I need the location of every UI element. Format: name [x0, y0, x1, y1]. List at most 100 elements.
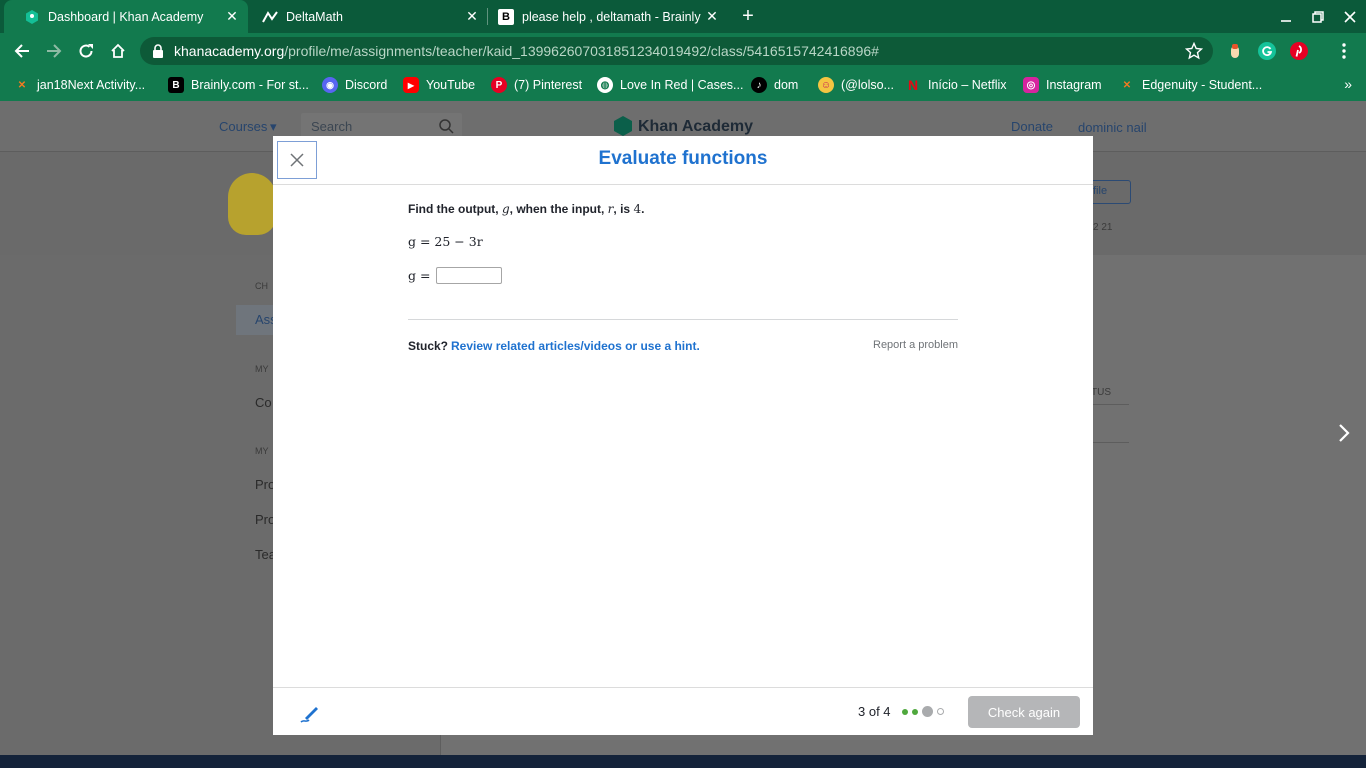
tab-deltamath[interactable]: DeltaMath ✕: [242, 0, 488, 33]
function-equation: g = 25 − 3r: [408, 234, 483, 249]
sidebar-item: Co: [255, 395, 272, 410]
tab-title: DeltaMath: [286, 9, 343, 24]
url-path: /profile/me/assignments/teacher/kaid_139…: [284, 43, 879, 59]
browser-toolbar: khanacademy.org/profile/me/assignments/t…: [0, 33, 1366, 69]
bookmarks-bar: ✕ jan18Next Activity... B Brainly.com - Fo…: [0, 69, 1366, 101]
progress-dot-complete: [912, 708, 918, 715]
modal-footer: 3 of 4 Check again: [273, 687, 1093, 735]
khan-academy-favicon-icon: [24, 9, 40, 25]
bookmark-item[interactable]: ◉ Discord: [322, 76, 387, 94]
lock-icon: [152, 44, 166, 58]
bookmark-item[interactable]: ☺ (@lolso...: [818, 76, 894, 94]
bookmark-item[interactable]: ◍ Love In Red | Cases...: [597, 76, 743, 94]
bookmark-item[interactable]: N Início – Netflix: [905, 76, 1007, 94]
chevron-right-icon[interactable]: [1338, 423, 1354, 447]
tab-title: Dashboard | Khan Academy: [48, 9, 204, 24]
bookmark-item[interactable]: ✕ Edgenuity - Student...: [1119, 76, 1262, 94]
pinterest-icon: P: [491, 77, 507, 93]
bookmark-label: jan18Next Activity...: [37, 78, 146, 92]
forward-arrow-icon[interactable]: [41, 38, 67, 64]
bookmark-item[interactable]: P (7) Pinterest: [491, 76, 582, 94]
edgenuity-x-icon: ✕: [1122, 79, 1132, 91]
bookmark-item[interactable]: ▶ YouTube: [403, 76, 475, 94]
math-value: 4: [633, 202, 642, 216]
discord-icon: ◉: [322, 77, 338, 93]
answer-row: g =: [408, 267, 958, 284]
globe-icon: ◍: [597, 77, 613, 93]
close-tab-icon[interactable]: ✕: [704, 8, 720, 25]
ka-search-placeholder: Search: [311, 119, 353, 134]
answer-input[interactable]: [436, 267, 503, 284]
tab-khan-academy[interactable]: Dashboard | Khan Academy ✕: [4, 0, 248, 33]
sidebar-heading: MY: [255, 446, 269, 456]
home-icon[interactable]: [105, 38, 131, 64]
address-bar[interactable]: khanacademy.org/profile/me/assignments/t…: [140, 37, 1213, 65]
bookmarks-overflow-icon[interactable]: »: [1344, 76, 1352, 92]
chevron-down-icon: ▾: [270, 119, 277, 134]
sidebar-heading: CH: [255, 281, 268, 291]
modal-header: Evaluate functions: [273, 136, 1093, 185]
hint-link[interactable]: Review related articles/videos or use a …: [451, 339, 700, 353]
close-window-icon[interactable]: [1334, 0, 1366, 33]
deltamath-favicon-icon: [262, 9, 278, 25]
exercise-modal: Evaluate functions Find the output, g, w…: [273, 136, 1093, 735]
tab-brainly[interactable]: B please help , deltamath - Brainly ✕: [478, 0, 728, 33]
question-part: .: [641, 202, 645, 216]
minimize-icon[interactable]: [1270, 0, 1302, 33]
question-part: , when the input,: [509, 202, 608, 216]
back-arrow-icon[interactable]: [9, 38, 35, 64]
avatar: [228, 173, 276, 235]
new-tab-icon[interactable]: +: [737, 5, 759, 27]
bookmark-item[interactable]: ✕ jan18Next Activity...: [14, 76, 145, 94]
status-column-header: TUS: [1091, 387, 1111, 398]
edit-profile-button: file: [1090, 180, 1131, 204]
report-problem-link[interactable]: Report a problem: [873, 339, 958, 351]
restore-icon[interactable]: [1302, 0, 1334, 33]
question-text: Find the output, g, when the input, r, i…: [408, 202, 958, 216]
progress-text: 3 of 4: [858, 704, 891, 719]
reload-icon[interactable]: [73, 38, 99, 64]
menu-kebab-icon[interactable]: [1331, 38, 1357, 64]
bookmark-item[interactable]: B Brainly.com - For st...: [168, 76, 309, 94]
instagram-icon: ◎: [1023, 77, 1039, 93]
bookmark-item[interactable]: ♪ dom: [751, 76, 798, 94]
pinterest-icon[interactable]: [1290, 42, 1308, 60]
bookmark-label: (@lolso...: [841, 78, 894, 92]
stuck-label: Stuck?: [408, 339, 449, 353]
answer-label: g =: [408, 268, 431, 283]
progress-dots: [902, 706, 944, 717]
question-part: , is: [613, 202, 634, 216]
footer-band: [0, 755, 1366, 768]
donate-link: Donate: [1011, 119, 1053, 134]
tab-title: please help , deltamath - Brainly: [522, 9, 701, 24]
extension-icon[interactable]: [1226, 42, 1244, 60]
bookmark-star-icon[interactable]: [1184, 41, 1204, 60]
bookmark-label: YouTube: [426, 78, 476, 92]
bookmark-label: (7) Pinterest: [514, 78, 583, 92]
close-tab-icon[interactable]: ✕: [224, 8, 240, 25]
stuck-prompt: Stuck? Review related articles/videos or …: [408, 339, 700, 353]
bookmark-item[interactable]: ◎ Instagram: [1023, 76, 1102, 94]
question-part: Find the output,: [408, 202, 502, 216]
url-host: khanacademy.org: [174, 43, 285, 59]
bookmark-label: Discord: [345, 78, 388, 92]
grammarly-icon[interactable]: [1258, 42, 1276, 60]
close-icon: [290, 153, 304, 167]
user-name: dominic nail: [1078, 120, 1147, 135]
netflix-icon: N: [907, 77, 919, 93]
bookmark-label: Instagram: [1046, 78, 1102, 92]
divider: [408, 319, 958, 320]
bookmark-label: Brainly.com - For st...: [191, 78, 309, 92]
close-modal-button[interactable]: [277, 141, 317, 179]
profile-stats: 2 21: [1093, 222, 1113, 233]
math-variable: g: [501, 202, 510, 216]
check-again-button[interactable]: Check again: [968, 696, 1080, 728]
modal-title: Evaluate functions: [598, 148, 768, 169]
browser-window: Dashboard | Khan Academy ✕ DeltaMath ✕ B…: [0, 0, 1366, 768]
emoji-icon: ☺: [818, 77, 834, 93]
sidebar-heading: MY: [255, 364, 269, 374]
scratchpad-pencil-icon[interactable]: [299, 702, 321, 724]
bookmark-label: dom: [774, 78, 799, 92]
progress-dot-complete: [902, 708, 908, 715]
question-area: Find the output, g, when the input, r, i…: [408, 202, 958, 284]
